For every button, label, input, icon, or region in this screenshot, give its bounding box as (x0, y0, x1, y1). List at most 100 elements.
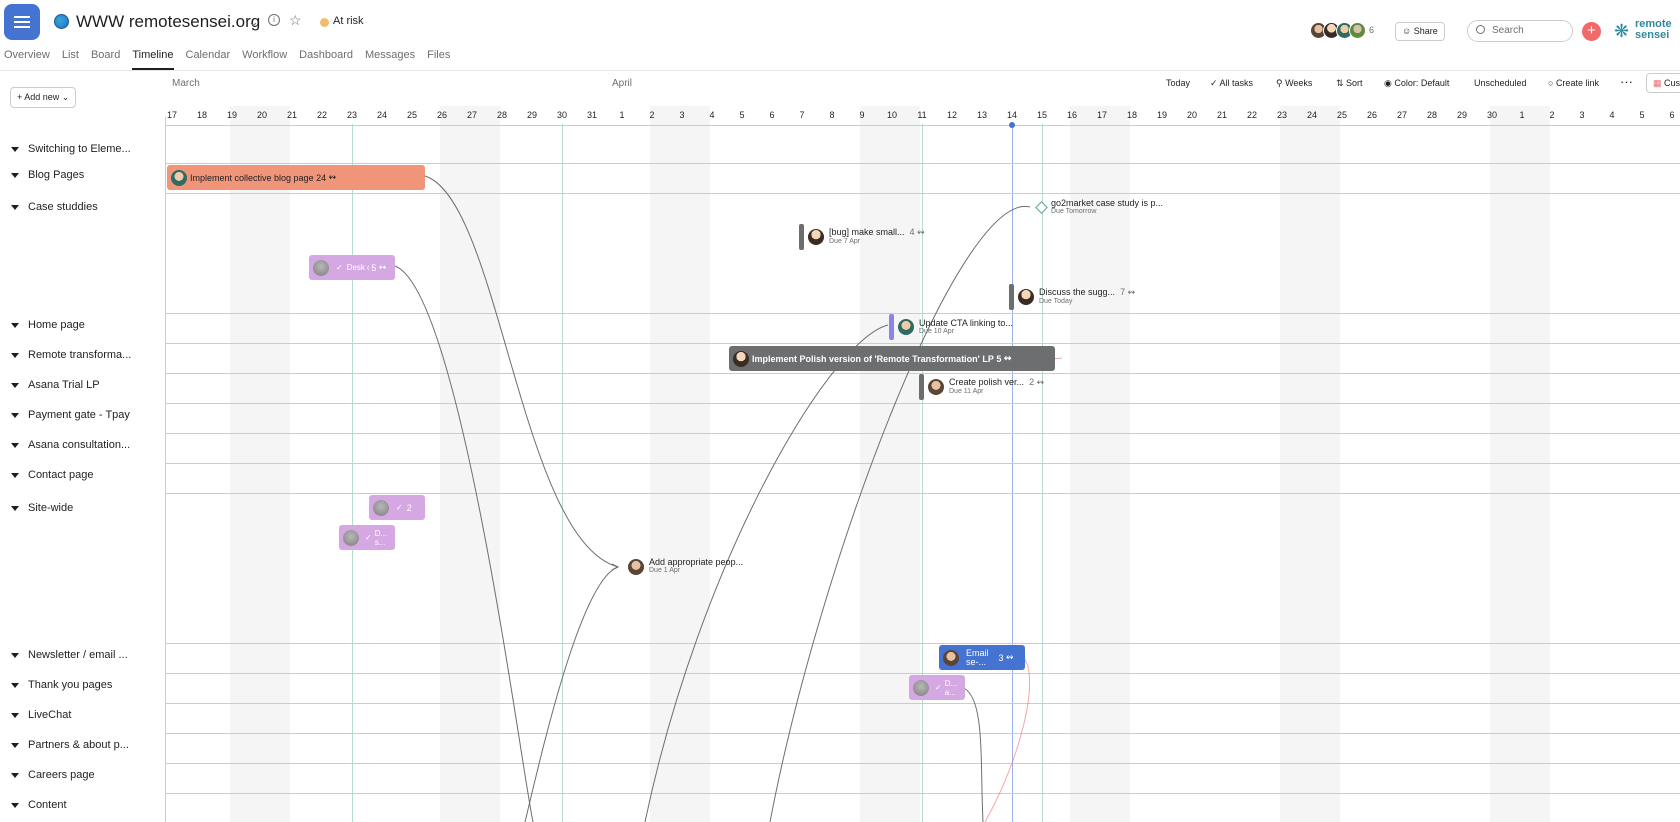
dependency-line (769, 206, 1031, 822)
subtask-icon: ↭ (1127, 287, 1136, 297)
chevron-down-icon[interactable] (11, 506, 19, 511)
chevron-down-icon[interactable] (11, 413, 19, 418)
chevron-down-icon[interactable] (11, 473, 19, 478)
section-label: Thank you pages (28, 679, 113, 691)
task-label: Implement collective blog page (190, 172, 314, 183)
task-discuss[interactable]: Discuss the sugg... 7 ↭ Due Today (1039, 287, 1135, 305)
chevron-down-icon[interactable] (11, 205, 19, 210)
task-label: Email se-... (966, 648, 989, 667)
task-due: Due 7 Apr (829, 238, 861, 245)
task-due: Due 1 Apr (649, 567, 681, 574)
task-bar-email[interactable]: Email se-... 3 ↭ (939, 645, 1025, 670)
chevron-down-icon[interactable] (11, 683, 19, 688)
subtask-icon: ↭ (328, 172, 337, 182)
subtask-count: 2 (1029, 377, 1035, 387)
dependency-line (394, 265, 534, 822)
section-label: Payment gate - Tpay (28, 409, 130, 421)
chevron-down-icon[interactable] (11, 383, 19, 388)
subtask-count: 4 (909, 227, 915, 237)
subtask-count: 2 (406, 502, 412, 513)
task-label: Discuss the sugg... (1039, 287, 1116, 297)
subtask-count: 3 (998, 652, 1004, 663)
chevron-down-icon[interactable] (11, 173, 19, 178)
subtask-icon: ↭ (1003, 353, 1012, 363)
task-label: Implement Polish version of 'Remote Tran… (752, 353, 994, 364)
task-create-polish[interactable]: Create polish ver... 2 ↭ Due 11 Apr (949, 377, 1044, 395)
check-icon: ✓ (336, 263, 343, 272)
dependency-line (524, 566, 619, 822)
section-label: Contact page (28, 469, 94, 481)
task-due: Due Tomorrow (1051, 208, 1097, 215)
task-due: Due Today (1039, 298, 1073, 305)
subtask-icon: ↭ (378, 262, 387, 272)
subtask-count: 5 (371, 262, 377, 273)
avatar (373, 499, 389, 516)
task-label: Create polish ver... (949, 377, 1025, 387)
subtask-icon: ↭ (1006, 652, 1014, 662)
section-label: Site-wide (28, 502, 74, 514)
dependency-line (424, 175, 619, 568)
subtask-icon: ↭ (1036, 377, 1045, 387)
avatar (928, 379, 944, 395)
section-label: Careers page (28, 769, 95, 781)
task-bar-polish[interactable]: Implement Polish version of 'Remote Tran… (729, 346, 1055, 371)
task-bar-case-desk[interactable]: ✓ Desk col... 5 ↭ (309, 255, 395, 280)
dependency-line (963, 687, 984, 822)
chevron-down-icon[interactable] (11, 653, 19, 658)
chevron-down-icon[interactable] (11, 323, 19, 328)
avatar (808, 229, 824, 245)
chevron-down-icon[interactable] (11, 147, 19, 152)
section-label: Blog Pages (28, 169, 85, 181)
task-bar-site-b[interactable]: ✓ D... s... (339, 525, 395, 550)
avatar (943, 649, 959, 666)
chevron-down-icon[interactable] (11, 713, 19, 718)
chevron-down-icon[interactable] (11, 803, 19, 808)
avatar (313, 259, 329, 276)
task-label: [bug] make small... (829, 227, 905, 237)
avatar (733, 350, 749, 367)
section-label: Remote transforma... (28, 349, 132, 361)
chevron-down-icon[interactable] (11, 353, 19, 358)
section-label: Case studdies (28, 201, 98, 213)
task-cta[interactable]: Update CTA linking to... Due 10 Apr (919, 318, 1013, 335)
milestone-marker (799, 224, 804, 250)
chevron-down-icon[interactable] (11, 773, 19, 778)
chevron-down-icon[interactable] (11, 743, 19, 748)
section-label: Partners & about p... (28, 739, 129, 751)
avatar (1018, 289, 1034, 305)
subtask-count: 24 (316, 172, 327, 183)
chevron-down-icon[interactable] (11, 443, 19, 448)
task-bar-thank[interactable]: ✓ D... a... (909, 675, 965, 700)
task-due: Due 11 Apr (949, 388, 984, 395)
section-label: Asana Trial LP (28, 379, 100, 391)
dependency-lines (394, 175, 1063, 822)
task-due: Due 10 Apr (919, 328, 955, 335)
task-add-people[interactable]: Add appropriate peop... Due 1 Apr (649, 557, 743, 574)
dependency-line-overdue (984, 657, 1031, 822)
task-go2market[interactable]: go2market case study is p... Due Tomorro… (1051, 198, 1163, 215)
section-label: LiveChat (28, 709, 72, 721)
section-label: Asana consultation... (28, 439, 131, 451)
section-label: Newsletter / email ... (28, 649, 128, 661)
task-label: D... a... (944, 678, 957, 697)
task-label: D... s... (374, 528, 387, 547)
today-marker-icon (1009, 122, 1015, 128)
milestone-marker (1009, 284, 1014, 310)
check-icon: ✓ (396, 503, 403, 512)
task-bar-blog[interactable]: Implement collective blog page 24 ↭ (167, 165, 425, 190)
avatar (343, 529, 359, 546)
task-label: Desk col... (346, 263, 369, 272)
section-label: Switching to Eleme... (28, 143, 131, 155)
task-label: Update CTA linking to... (919, 318, 1013, 328)
task-label: Add appropriate peop... (649, 557, 744, 567)
task-bug[interactable]: [bug] make small... 4 ↭ Due 7 Apr (829, 227, 925, 245)
subtask-count: 7 (1120, 287, 1126, 297)
milestone-marker (889, 314, 894, 340)
section-label: Home page (28, 319, 85, 331)
avatar (171, 169, 187, 186)
task-bar-site-a[interactable]: ✓ 2 (369, 495, 425, 520)
milestone-marker (919, 374, 924, 400)
subtask-count: 5 (996, 353, 1002, 364)
check-icon: ✓ (935, 683, 942, 692)
task-label: go2market case study is p... (1051, 198, 1164, 208)
